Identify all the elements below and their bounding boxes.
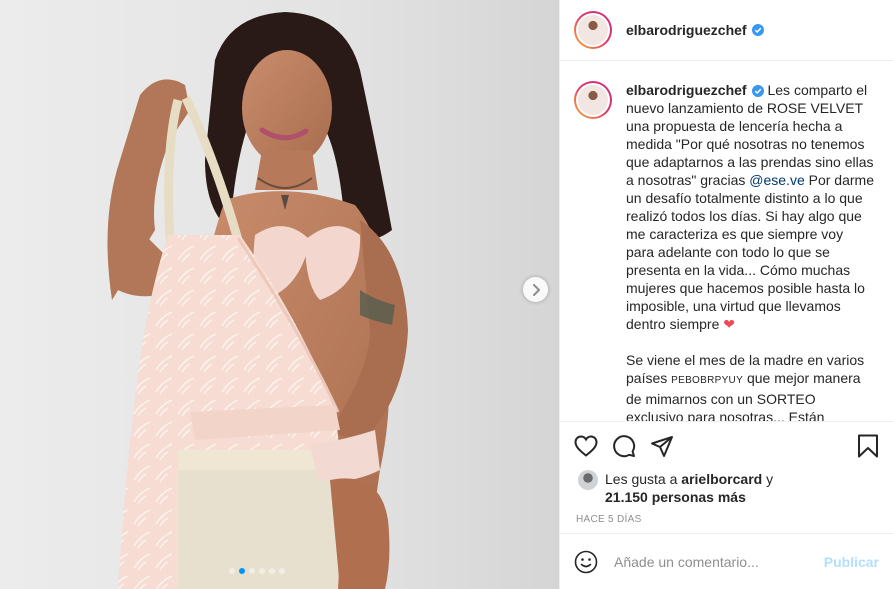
verified-badge-icon [751, 24, 764, 36]
post-side-panel: elbarodriguezchef elbarodriguezchef Les … [559, 0, 893, 589]
caption-username[interactable]: elbarodriguezchef [626, 82, 747, 98]
post-photo[interactable] [0, 0, 559, 589]
save-button[interactable] [857, 434, 879, 458]
likes-connector: y [762, 471, 774, 487]
action-bar [560, 422, 893, 470]
carousel-indicator [229, 568, 285, 574]
carousel-dot [249, 568, 255, 574]
verified-badge-icon [751, 85, 764, 98]
instagram-post: elbarodriguezchef elbarodriguezchef Les … [0, 0, 893, 589]
liker-username[interactable]: arielborcard [681, 471, 762, 487]
comment-input[interactable]: Añade un comentario... [614, 554, 824, 570]
author-avatar[interactable] [574, 11, 612, 49]
share-button[interactable] [650, 434, 674, 458]
flag-emojis: PEBOBRPYUY [671, 375, 744, 386]
carousel-dot-active [239, 568, 245, 574]
liker-avatar[interactable] [578, 470, 598, 490]
carousel-next-button[interactable] [523, 277, 548, 302]
share-icon [651, 436, 673, 457]
caption-body-2: Por darme un desafío totalmente distinto… [626, 172, 874, 332]
author-username[interactable]: elbarodriguezchef [626, 22, 747, 38]
post-timestamp[interactable]: HACE 5 DÍAS [560, 506, 893, 525]
emoji-icon [574, 550, 598, 573]
carousel-dot [259, 568, 265, 574]
caption-author-avatar[interactable] [574, 81, 612, 119]
red-heart-emoji: ❤ [723, 316, 736, 332]
carousel-dot [269, 568, 275, 574]
post-header: elbarodriguezchef [560, 0, 893, 61]
likes-summary: Les gusta a arielborcard y 21.150 person… [560, 470, 893, 506]
chevron-right-icon [532, 283, 540, 296]
likes-count[interactable]: 21.150 personas más [605, 489, 746, 505]
comment-icon [613, 435, 636, 458]
emoji-button[interactable] [574, 550, 598, 574]
caption-text: elbarodriguezchef Les comparto el nuevo … [626, 81, 874, 421]
likes-prefix: Les gusta a [605, 471, 682, 487]
photo-scene-illustration [0, 0, 559, 589]
caption-section: elbarodriguezchef Les comparto el nuevo … [560, 61, 893, 422]
carousel-dot [279, 568, 285, 574]
like-button[interactable] [574, 435, 598, 457]
bookmark-icon [858, 434, 878, 458]
comment-composer: Añade un comentario... Publicar [560, 533, 893, 589]
publish-button[interactable]: Publicar [824, 554, 879, 570]
heart-icon [574, 435, 598, 457]
comment-button[interactable] [612, 434, 636, 458]
caption-mention-link[interactable]: @ese.ve [749, 172, 804, 188]
carousel-dot [229, 568, 235, 574]
